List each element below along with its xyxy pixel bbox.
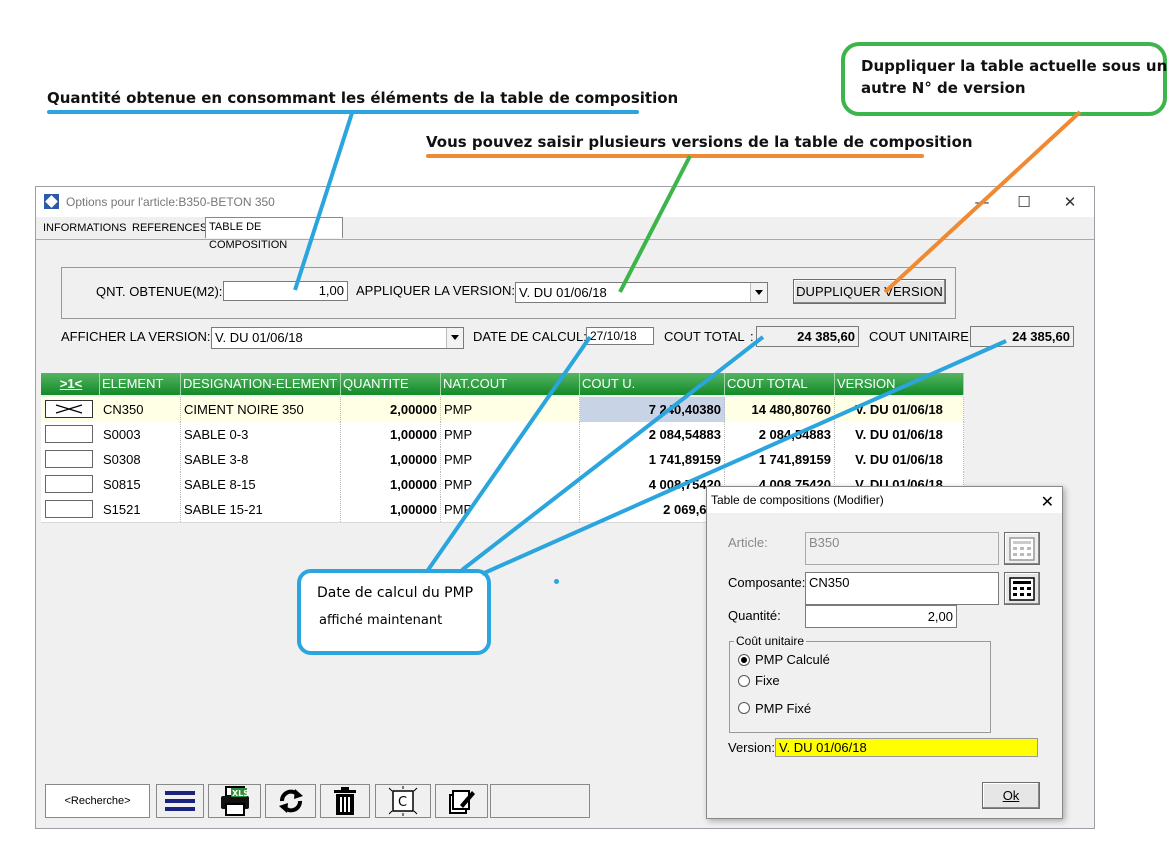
duplicate-arrow [883,110,1082,294]
quantity-arrow [293,112,354,291]
versions-arrow [618,155,692,293]
annotation-arrows [293,110,1082,576]
